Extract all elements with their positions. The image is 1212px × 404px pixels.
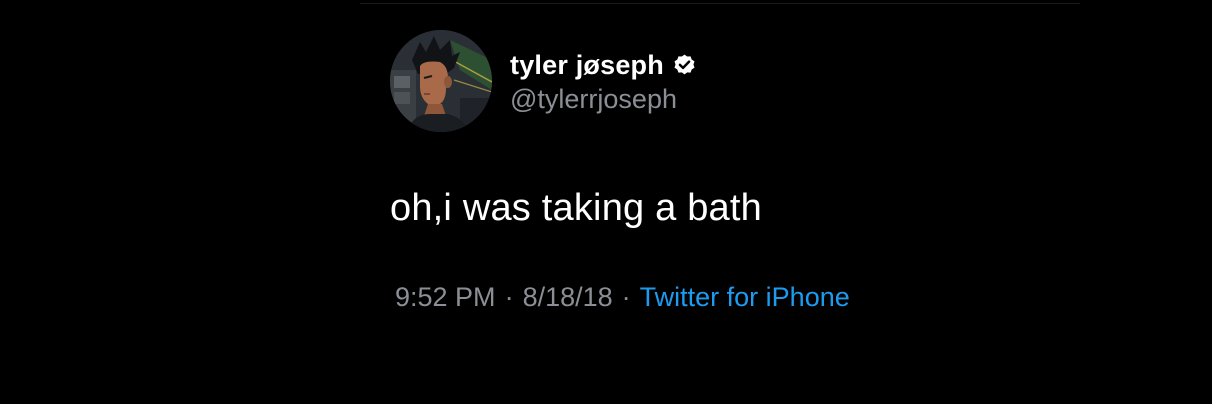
tweet-card: tyler jøseph @tylerrjoseph oh,i was taki… (390, 30, 1110, 370)
tweet-meta: 9:52 PM · 8/18/18 · Twitter for iPhone (395, 282, 850, 313)
tweet-text: oh,i was taking a bath (390, 187, 762, 229)
handle[interactable]: @tylerrjoseph (510, 84, 697, 115)
verified-badge-icon (672, 53, 697, 78)
meta-separator: · (621, 282, 631, 312)
avatar[interactable] (390, 30, 492, 132)
display-name[interactable]: tyler jøseph (510, 50, 664, 81)
tweet-time[interactable]: 9:52 PM (395, 282, 496, 313)
tweet-date[interactable]: 8/18/18 (523, 282, 613, 313)
author-block: tyler jøseph @tylerrjoseph (510, 48, 697, 115)
top-divider (360, 3, 1080, 4)
meta-separator: · (504, 282, 514, 312)
avatar-illustration (390, 30, 492, 132)
tweet-source-link[interactable]: Twitter for iPhone (640, 282, 850, 313)
name-row: tyler jøseph (510, 48, 697, 82)
